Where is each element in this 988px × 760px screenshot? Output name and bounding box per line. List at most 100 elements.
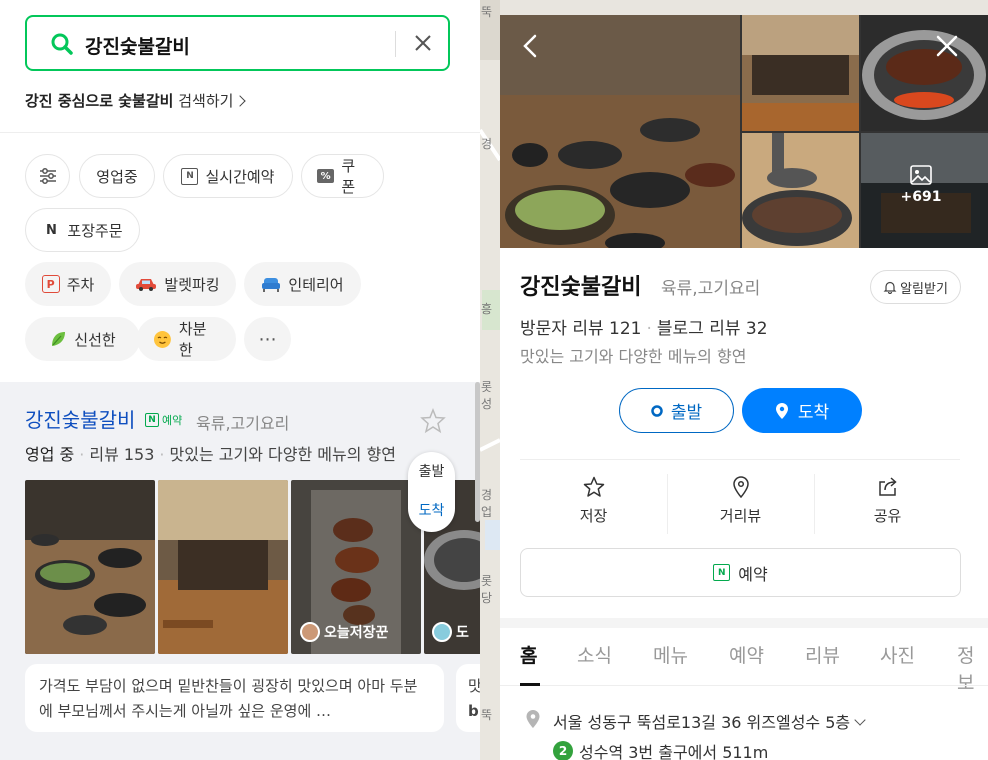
booking-badge: N 예약	[145, 412, 182, 428]
route-start-button[interactable]: 출발	[408, 461, 455, 481]
star-icon[interactable]	[420, 408, 446, 434]
result-meta: 영업 중 · 리뷰 153 · 맛있는 고기와 다양한 메뉴의 향연	[25, 445, 396, 464]
divider	[395, 31, 396, 57]
map-label: 흥	[481, 302, 493, 316]
photo-gallery[interactable]: +691	[500, 15, 988, 248]
theme-valet[interactable]: 발렛파킹	[119, 262, 236, 306]
user-tag-label: 오늘저장꾼	[324, 625, 389, 641]
badge-label: 예약	[162, 414, 183, 427]
close-icon[interactable]	[934, 33, 960, 59]
result-title[interactable]: 강진숯불갈비	[25, 404, 135, 433]
avatar	[432, 622, 452, 642]
review-count: 리뷰 153	[89, 445, 155, 464]
back-icon[interactable]	[518, 33, 544, 59]
map-label: 롯	[481, 380, 493, 394]
place-detail-panel: +691 강진숯불갈비 육류,고기요리 알림받기 방문자 리뷰 121 · 블로그 …	[500, 15, 988, 760]
divider	[520, 459, 960, 460]
search-box[interactable]: 강진숯불갈비	[25, 15, 450, 71]
theme-calm[interactable]: 차분한	[137, 317, 236, 361]
filter-settings-button[interactable]	[25, 154, 70, 198]
more-icon: ⋯	[258, 328, 277, 350]
tab-info[interactable]: 정보	[957, 641, 988, 695]
map-area[interactable]: 뚝 경 흥 롯 성 경업 롯당 뚝	[480, 0, 500, 760]
pin-icon	[775, 402, 788, 419]
filter-takeout[interactable]: N 포장주문	[25, 208, 140, 252]
route-start-button[interactable]: 출발	[619, 388, 734, 433]
tab-reviews[interactable]: 리뷰	[805, 641, 840, 668]
search-suggestion[interactable]: 강진 중심으로 숯불갈비 검색하기	[25, 90, 247, 111]
car-icon	[136, 279, 157, 291]
route-start-label: 출발	[670, 403, 703, 423]
action-label: 공유	[873, 507, 902, 525]
place-category: 육류,고기요리	[661, 279, 761, 299]
active-tab-indicator	[520, 683, 540, 686]
save-button[interactable]: 저장	[520, 475, 667, 535]
share-button[interactable]: 공유	[814, 475, 961, 535]
action-label: 거리뷰	[719, 507, 762, 525]
more-photos[interactable]: +691	[895, 165, 947, 205]
notify-button[interactable]: 알림받기	[870, 270, 961, 304]
coupon-icon: %	[317, 169, 335, 183]
notify-label: 알림받기	[900, 281, 948, 297]
theme-label: 인테리어	[288, 275, 344, 294]
route-end-button[interactable]: 도착	[408, 500, 455, 520]
visitor-review-link[interactable]: 방문자 리뷰 121	[520, 319, 641, 339]
blog-review-link[interactable]: 블로그 리뷰 32	[657, 319, 768, 339]
suggestion-action: 검색하기	[178, 92, 234, 110]
theme-parking[interactable]: P 주차	[25, 262, 111, 306]
subway-line-badge: 2	[553, 741, 573, 760]
tab-home[interactable]: 홈	[520, 641, 537, 668]
more-themes-button[interactable]: ⋯	[244, 317, 291, 361]
booking-button[interactable]: N 예약	[520, 548, 961, 597]
map-label: 경	[481, 137, 493, 151]
tab-menu[interactable]: 메뉴	[653, 641, 688, 668]
filter-label: 영업중	[96, 167, 138, 186]
review-snippet-text: 맛	[468, 677, 480, 695]
place-reviews: 방문자 리뷰 121 · 블로그 리뷰 32	[520, 319, 768, 339]
calendar-n-icon: N	[181, 167, 199, 185]
route-end-label: 도착	[797, 403, 830, 423]
sofa-icon	[262, 278, 281, 292]
booking-label: 예약	[738, 564, 768, 584]
avatar	[300, 622, 320, 642]
gallery-photo[interactable]	[742, 15, 859, 131]
theme-label: 발렛파킹	[164, 275, 220, 294]
section-gap	[500, 618, 988, 628]
review-snippet[interactable]: 가격도 부담이 없으며 밑반찬들이 굉장히 맛있으며 아마 두분에 부모님께서 …	[25, 664, 444, 732]
filter-open-now[interactable]: 영업중	[79, 154, 155, 198]
place-address[interactable]: 서울 성동구 뚝섬로13길 36 위즈엘성수 5층	[553, 709, 866, 733]
theme-fresh[interactable]: 신선한	[25, 317, 140, 361]
map-search-screen: 강진숯불갈비 강진 중심으로 숯불갈비 검색하기 영업중 N 실시간예약 % 쿠폰 …	[0, 0, 988, 760]
map-label: 롯당	[481, 574, 493, 605]
map-label: 경업	[481, 488, 493, 519]
gallery-photo[interactable]	[861, 15, 988, 131]
search-input[interactable]: 강진숯불갈비	[85, 32, 190, 59]
search-icon	[51, 33, 73, 55]
map-label: 성	[481, 397, 493, 411]
theme-interior[interactable]: 인테리어	[244, 262, 361, 306]
route-pill[interactable]: 출발 도착	[408, 452, 455, 532]
tab-photos[interactable]: 사진	[880, 641, 915, 668]
clear-search-icon[interactable]	[411, 31, 435, 55]
user-tag: 도	[432, 622, 469, 642]
filter-label: 포장주문	[67, 221, 123, 240]
route-end-button[interactable]: 도착	[742, 388, 862, 433]
tab-booking[interactable]: 예약	[729, 641, 764, 668]
bell-icon	[883, 281, 897, 294]
photo-thumbnail[interactable]	[158, 480, 288, 654]
map-area[interactable]	[480, 0, 988, 15]
tab-news[interactable]: 소식	[577, 641, 612, 668]
gallery-photo[interactable]	[742, 133, 859, 248]
review-snippet[interactable]: 맛b	[456, 664, 480, 732]
calendar-n-icon: N	[713, 564, 731, 581]
more-photos-count: +691	[900, 189, 942, 205]
filter-coupon[interactable]: % 쿠폰	[301, 154, 384, 198]
street-view-button[interactable]: 거리뷰	[667, 475, 814, 535]
location-pin-icon	[526, 710, 540, 728]
address-text: 서울 성동구 뚝섬로13길 36 위즈엘성수 5층	[553, 713, 851, 732]
chevron-down-icon	[854, 714, 866, 726]
divider	[500, 685, 988, 686]
filter-realtime-booking[interactable]: N 실시간예약	[163, 154, 293, 198]
photo-thumbnail[interactable]	[25, 480, 155, 654]
location-pin-icon	[732, 476, 749, 499]
